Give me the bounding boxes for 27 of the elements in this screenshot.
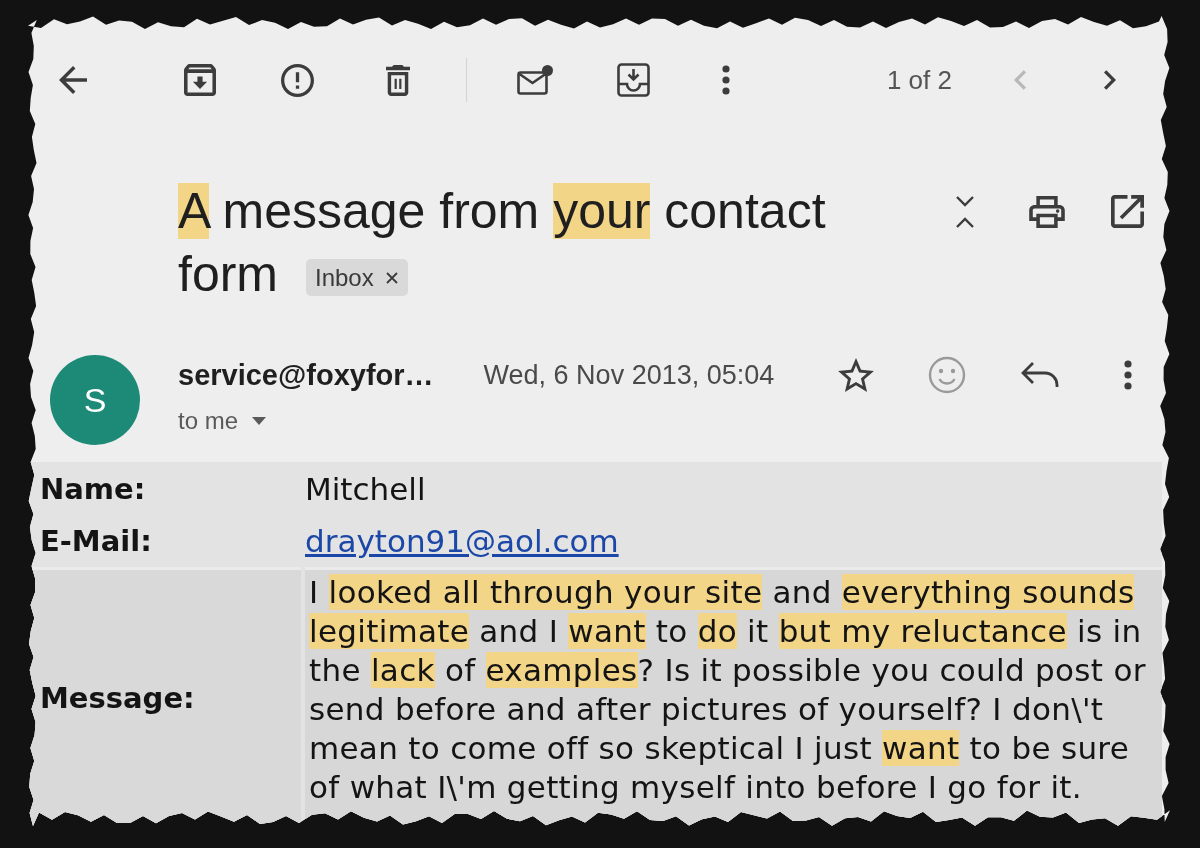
label-text: Inbox	[315, 265, 374, 290]
chevron-right-icon[interactable]	[1104, 68, 1116, 92]
open-in-new-icon[interactable]	[1111, 195, 1144, 228]
close-icon[interactable]	[385, 271, 398, 284]
recipient-dropdown[interactable]: to me	[178, 407, 239, 435]
caret-down-icon[interactable]	[252, 417, 267, 425]
sender-address: service@foxyfor…	[178, 358, 434, 392]
pager-count: 1 of 2	[886, 64, 952, 96]
message-text: I looked all through your site and everything sounds legitimate and I want to do it but my reluctance is in the lack of examples? Is it possible you could post or send before and after pictures of yourself? I don\'t mean to come off so skeptical I just want to be sure of what I\'m getting myself into before I go for it.	[305, 567, 1162, 826]
field-label: Message:	[28, 567, 301, 826]
tray-download-icon[interactable]	[617, 63, 650, 97]
print-icon[interactable]	[1029, 195, 1065, 228]
field-label: E-Mail:	[39, 523, 153, 560]
archive-icon[interactable]	[184, 64, 216, 96]
field-label: Name:	[39, 470, 147, 508]
star-icon[interactable]	[838, 358, 874, 392]
message-date: Wed, 6 Nov 2013, 05:04	[483, 359, 775, 391]
avatar: S	[50, 355, 140, 445]
field-value: Mitchell	[305, 470, 426, 507]
back-arrow-icon[interactable]	[59, 66, 87, 94]
trash-icon[interactable]	[386, 64, 410, 96]
reply-arrow-icon[interactable]	[1021, 361, 1059, 389]
more-vertical-icon[interactable]	[722, 65, 730, 95]
collapse-chevrons-icon[interactable]	[955, 194, 975, 229]
more-vertical-icon[interactable]	[1124, 360, 1132, 390]
email-link[interactable]: drayton91@aol.com	[305, 523, 619, 559]
envelope-dot-icon[interactable]	[517, 64, 554, 96]
